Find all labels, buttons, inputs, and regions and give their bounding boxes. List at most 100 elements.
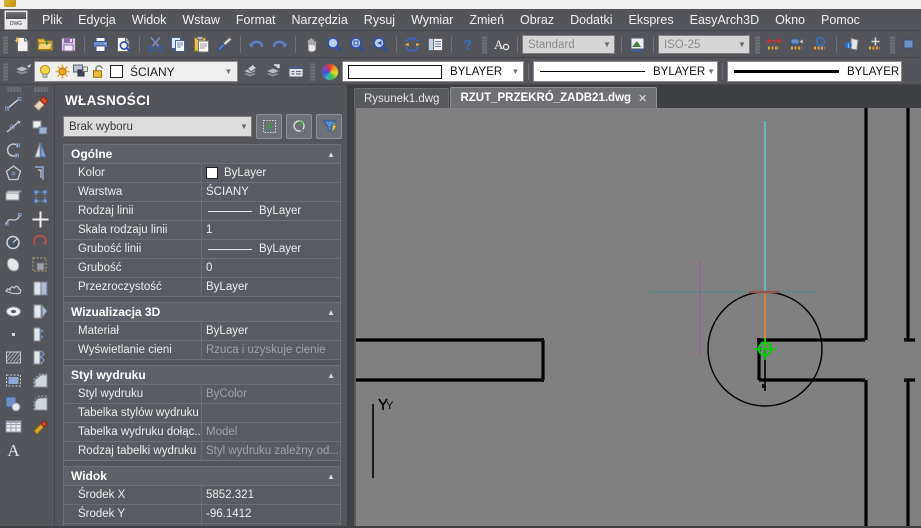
point-icon[interactable] — [2, 323, 26, 346]
menu-rysuj[interactable]: Rysuj — [356, 10, 403, 30]
property-value[interactable]: ByLayer — [202, 240, 340, 258]
freeze-viewport-icon[interactable] — [72, 64, 89, 79]
extend-icon[interactable] — [29, 323, 53, 346]
property-row-material[interactable]: Materiał ByLayer — [64, 322, 340, 341]
chevron-down-icon[interactable]: ▼ — [508, 67, 523, 76]
rotate-icon[interactable] — [29, 231, 53, 254]
layer-manager-icon[interactable] — [12, 61, 33, 82]
layer-control-combo[interactable]: ŚCIANY ▼ — [34, 61, 238, 82]
document-tab-rzut-przekro-zadb21[interactable]: RZUT_PRZEKRÓ_ZADB21.dwg ✕ — [450, 87, 658, 108]
document-tab-rysunek1[interactable]: Rysunek1.dwg — [354, 88, 450, 108]
menu-plik[interactable]: Plik — [34, 10, 70, 30]
mirror-icon[interactable] — [29, 139, 53, 162]
property-value[interactable]: ŚCIANY — [202, 183, 340, 201]
make-object-layer-current-icon[interactable] — [239, 61, 260, 82]
property-row-kolor[interactable]: Kolor ByLayer — [64, 164, 340, 183]
menu-narzedzia[interactable]: Narzędzia — [284, 10, 356, 30]
toolbar-grip[interactable] — [33, 87, 48, 92]
property-value[interactable]: 0 — [202, 524, 340, 526]
text-style-combo[interactable]: Standard ▼ — [522, 35, 615, 54]
dimension-center-icon[interactable] — [865, 34, 886, 55]
menu-okno[interactable]: Okno — [767, 10, 813, 30]
property-row-srodek-y[interactable]: Środek Y -96.1412 — [64, 505, 340, 524]
chevron-up-icon[interactable]: ▲ — [327, 308, 335, 317]
toolbar-grip[interactable] — [755, 35, 760, 54]
break-at-point-icon[interactable] — [29, 346, 53, 369]
property-value[interactable]: 0 — [202, 259, 340, 277]
table-icon[interactable] — [2, 415, 26, 438]
property-row-srodek-z[interactable]: Środek Z 0 — [64, 524, 340, 526]
print-preview-icon[interactable] — [113, 34, 134, 55]
array-icon[interactable] — [29, 185, 53, 208]
property-group-widok[interactable]: Widok ▲ — [64, 467, 340, 486]
cut-icon[interactable] — [145, 34, 166, 55]
toolbar-grip[interactable] — [890, 35, 895, 54]
pickadd-icon[interactable] — [256, 114, 282, 139]
redo-icon[interactable] — [269, 34, 290, 55]
toolbar-grip[interactable] — [3, 62, 8, 81]
property-value[interactable]: ByLayer — [202, 322, 340, 340]
zoom-previous-icon[interactable] — [370, 34, 391, 55]
explode-icon[interactable] — [29, 415, 53, 438]
arc-icon[interactable] — [2, 139, 26, 162]
line-icon[interactable] — [2, 93, 26, 116]
new-icon[interactable] — [12, 34, 33, 55]
dimension-radius-icon[interactable] — [810, 34, 831, 55]
property-group-ogolne[interactable]: Ogólne ▲ — [64, 145, 340, 164]
property-row-grubosc[interactable]: Grubość 0 — [64, 259, 340, 278]
menu-easyarch3d[interactable]: EasyArch3D — [682, 10, 767, 30]
toolbar-grip[interactable] — [482, 35, 487, 54]
property-row-tabelka-wydruku-dolaczona[interactable]: Tabelka wydruku dołąc... Model — [64, 423, 340, 442]
menu-pomoc[interactable]: Pomoc — [813, 10, 868, 30]
property-value[interactable]: ByLayer — [202, 278, 340, 296]
property-value[interactable]: 1 — [202, 221, 340, 239]
linetype-control-combo[interactable]: BYLAYER ▼ — [533, 61, 718, 82]
dimension-linear-icon[interactable] — [764, 34, 785, 55]
toolbar-grip[interactable] — [6, 87, 21, 92]
open-icon[interactable] — [35, 34, 56, 55]
property-value[interactable]: ByLayer — [202, 202, 340, 220]
gradient-icon[interactable] — [2, 369, 26, 392]
property-row-warstwa[interactable]: Warstwa ŚCIANY — [64, 183, 340, 202]
property-row-styl-wydruku[interactable]: Styl wydruku ByColor — [64, 385, 340, 404]
color-wheel-icon[interactable] — [321, 62, 339, 81]
paste-icon[interactable] — [191, 34, 212, 55]
menu-format[interactable]: Format — [228, 10, 284, 30]
erase-icon[interactable] — [29, 93, 53, 116]
chevron-up-icon[interactable]: ▲ — [327, 472, 335, 481]
hatch-icon[interactable] — [2, 346, 26, 369]
close-icon[interactable]: ✕ — [638, 92, 647, 105]
menu-dodatki[interactable]: Dodatki — [562, 10, 620, 30]
dimension-info-icon[interactable]: i — [842, 34, 863, 55]
toolbar-grip[interactable] — [310, 62, 315, 81]
zoom-window-icon[interactable] — [347, 34, 368, 55]
stretch-icon[interactable] — [29, 277, 53, 300]
zoom-realtime-icon[interactable] — [324, 34, 345, 55]
pan-icon[interactable] — [301, 34, 322, 55]
ellipse-icon[interactable] — [2, 231, 26, 254]
property-value[interactable]: -96.1412 — [202, 505, 340, 523]
spline-icon[interactable] — [2, 208, 26, 231]
copy-object-icon[interactable] — [29, 116, 53, 139]
multiline-text-icon[interactable]: A — [2, 438, 26, 461]
menu-ekspres[interactable]: Ekspres — [620, 10, 681, 30]
refresh-icon[interactable] — [402, 34, 423, 55]
property-row-skala-rodzaju-linii[interactable]: Skala rodzaju linii 1 — [64, 221, 340, 240]
chevron-down-icon[interactable]: ▼ — [237, 117, 251, 136]
chamfer-icon[interactable] — [29, 369, 53, 392]
lineweight-control-combo[interactable]: BYLAYER — [727, 61, 902, 82]
polygon-icon[interactable] — [2, 162, 26, 185]
move-icon[interactable] — [29, 208, 53, 231]
property-value[interactable]: 5852.321 — [202, 486, 340, 504]
quick-select-icon[interactable] — [316, 114, 342, 139]
menu-widok[interactable]: Widok — [124, 10, 175, 30]
menu-wstaw[interactable]: Wstaw — [174, 10, 228, 30]
chevron-down-icon[interactable]: ▼ — [705, 67, 717, 76]
menu-obraz[interactable]: Obraz — [512, 10, 562, 30]
window-controls[interactable]: ▬ ❐ ✕ — [859, 0, 917, 3]
rectangle-icon[interactable] — [2, 185, 26, 208]
property-group-styl-wydruku[interactable]: Styl wydruku ▲ — [64, 366, 340, 385]
menu-zmien[interactable]: Zmień — [461, 10, 512, 30]
property-row-wyswietlanie-cieni[interactable]: Wyświetlanie cieni Rzuca i uzyskuje cien… — [64, 341, 340, 360]
property-group-wizualizacja-3d[interactable]: Wizualizacja 3D ▲ — [64, 303, 340, 322]
